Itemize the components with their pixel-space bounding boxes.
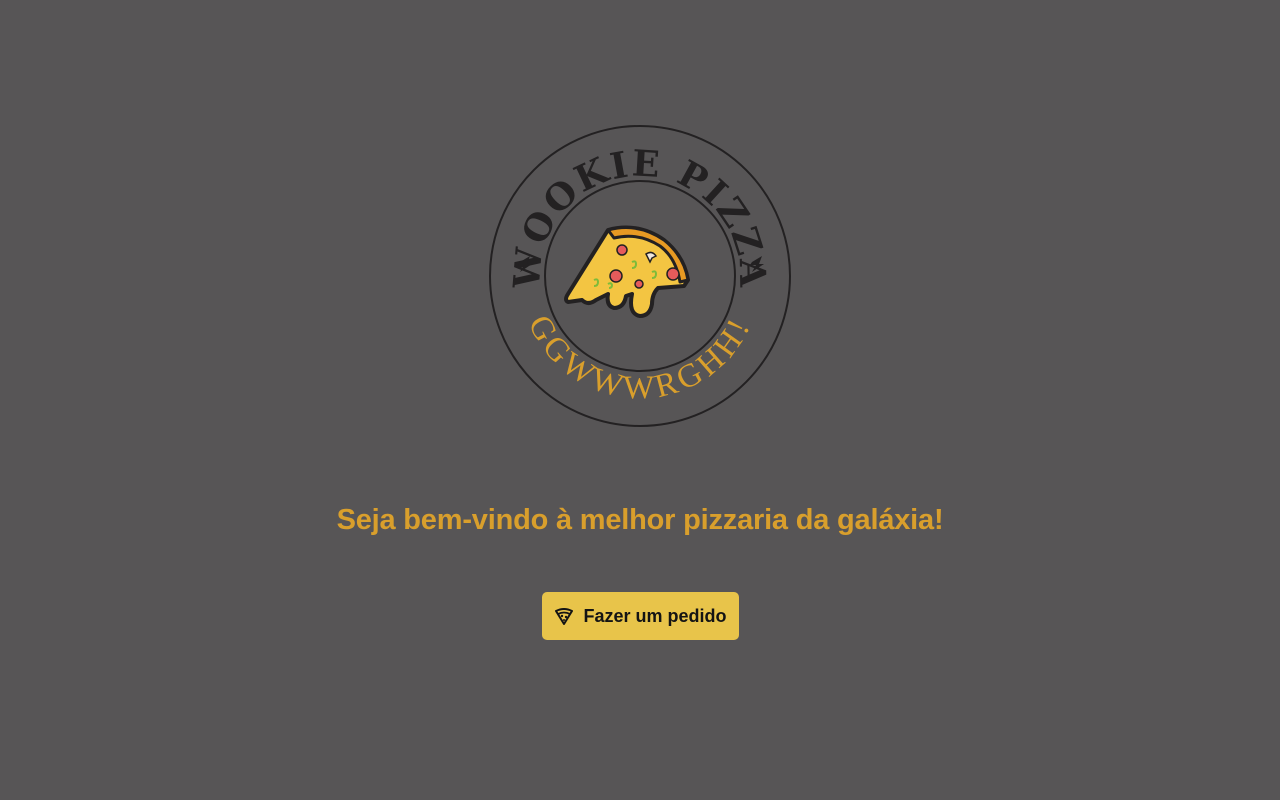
pizza-icon [554,606,574,626]
place-order-button[interactable]: Fazer um pedido [542,592,739,640]
welcome-headline: Seja bem-vindo à melhor pizzaria da galá… [336,504,944,536]
pizza-slice-icon [564,225,690,318]
place-order-label: Fazer um pedido [583,605,727,626]
home-page: WOOKIE PIZZA GGWWWRGHH! Seja bem-vindo à… [0,0,1280,800]
wookie-pizza-logo: WOOKIE PIZZA GGWWWRGHH! [488,124,792,428]
logo-badge: WOOKIE PIZZA GGWWWRGHH! [489,125,791,427]
logo-bottom-text: GGWWWRGHH! [521,310,759,407]
